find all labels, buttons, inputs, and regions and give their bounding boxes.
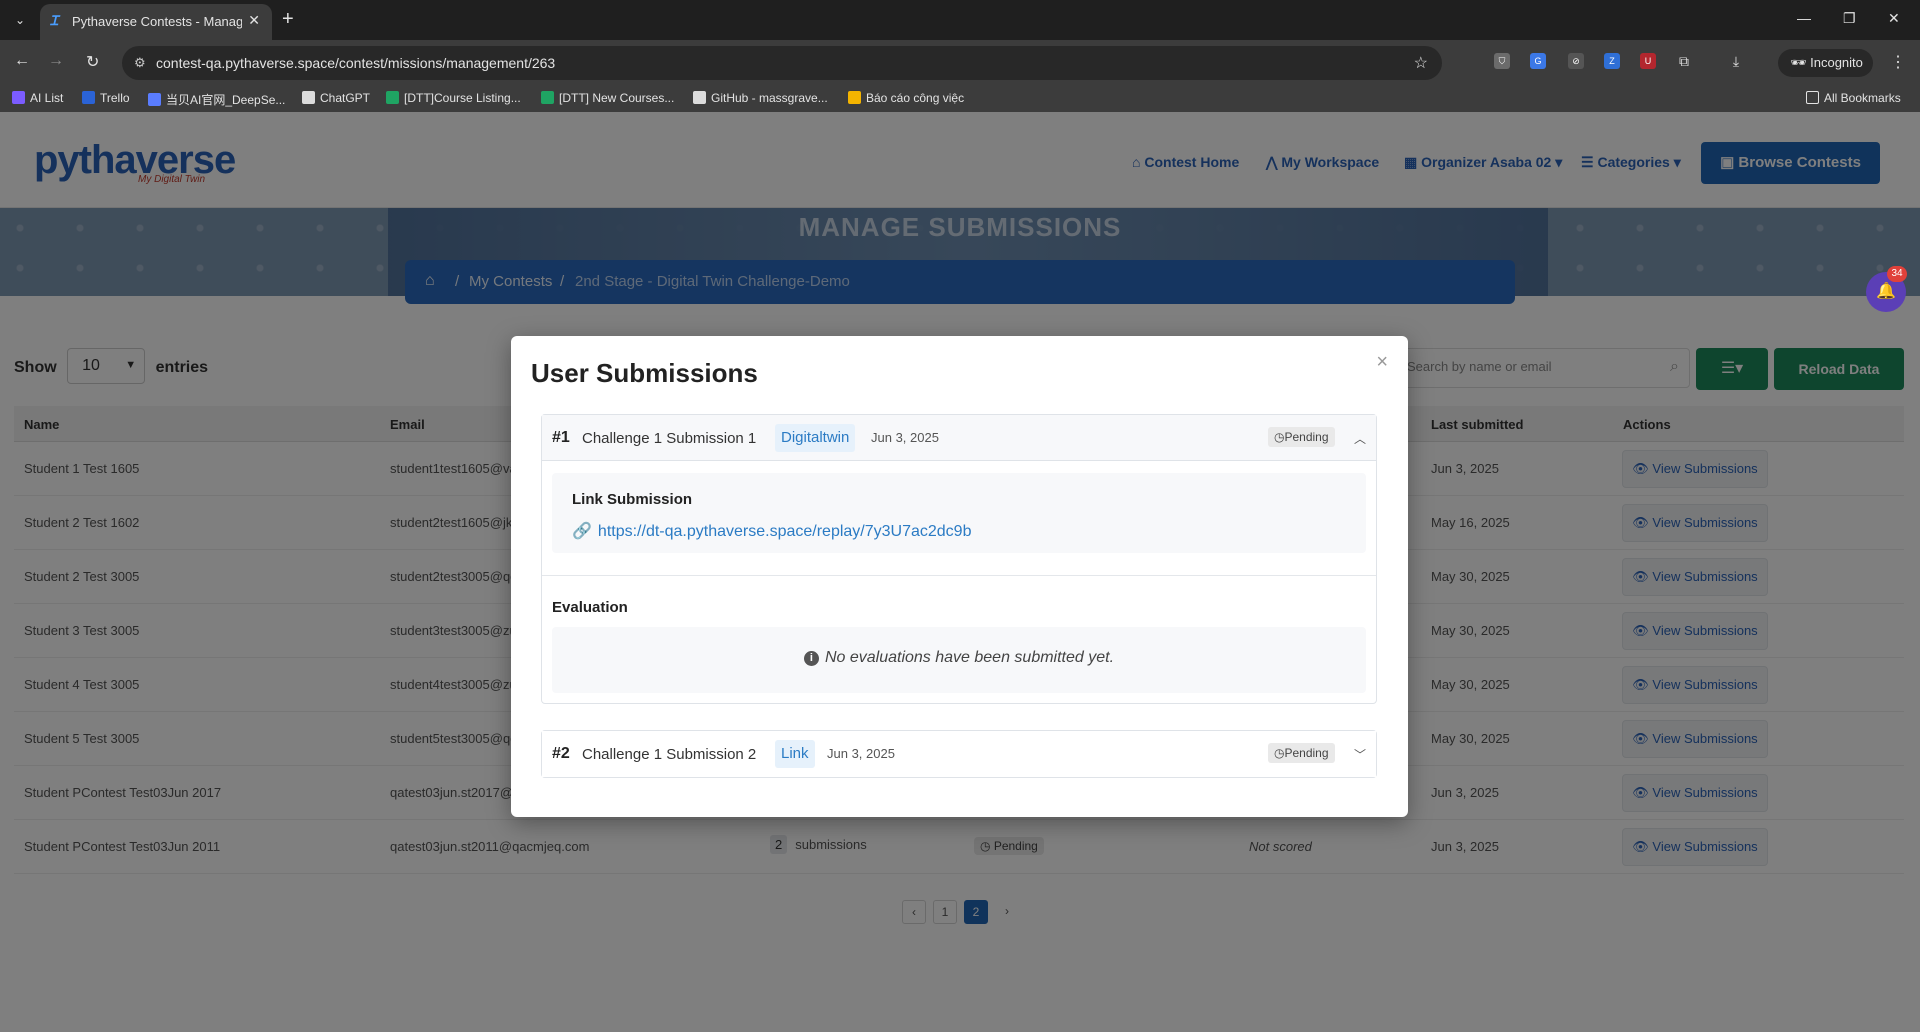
notification-count-badge: 34: [1887, 266, 1907, 282]
bookmark-item[interactable]: Trello: [82, 91, 130, 105]
submission-type-badge: Digitaltwin: [775, 424, 856, 452]
bookmark-label: [DTT] New Courses...: [559, 91, 675, 105]
bookmark-item[interactable]: [DTT]Course Listing...: [386, 91, 521, 105]
status-text: Pending: [1284, 746, 1329, 760]
submission-item-2: #2 Challenge 1 Submission 2 Link Jun 3, …: [541, 730, 1377, 778]
tab-search-icon[interactable]: ⌄: [8, 9, 32, 31]
drive-icon: [848, 91, 861, 104]
user-submissions-modal: × User Submissions #1 Challenge 1 Submis…: [511, 336, 1408, 817]
evaluation-box: i No evaluations have been submitted yet.: [552, 627, 1366, 693]
submission-link-text: https://dt-qa.pythaverse.space/replay/7y…: [597, 523, 972, 540]
off-extension-icon[interactable]: ⊘: [1568, 53, 1584, 69]
shield-extension-icon[interactable]: ⛉: [1494, 53, 1510, 69]
minimize-icon[interactable]: —: [1797, 10, 1811, 26]
forward-icon[interactable]: →: [48, 52, 64, 70]
no-evaluations-message: i No evaluations have been submitted yet.: [552, 649, 1366, 667]
submission-number: #1: [552, 429, 570, 446]
ai-list-icon: [12, 91, 25, 104]
submission-item-1: #1 Challenge 1 Submission 1 Digitaltwin …: [541, 414, 1377, 704]
incognito-indicator[interactable]: 🕶 Incognito: [1778, 49, 1873, 77]
tab-close-icon[interactable]: ✕: [248, 12, 260, 29]
status-badge: ◷Pending: [1268, 743, 1335, 763]
bookmark-item[interactable]: ChatGPT: [302, 91, 370, 105]
folder-icon: [1806, 91, 1819, 104]
tab-title: Pythaverse Contests - Manage: [72, 14, 242, 29]
bookmark-label: ChatGPT: [320, 91, 371, 105]
divider: [542, 575, 1376, 576]
evaluation-label: Evaluation: [552, 599, 628, 616]
info-icon: i: [803, 651, 819, 666]
bookmark-label: 当贝AI官网_DeepSe...: [166, 93, 286, 107]
translate-extension-icon[interactable]: G: [1530, 53, 1546, 69]
dangbei-icon: [148, 93, 161, 106]
restore-icon[interactable]: ❐: [1843, 10, 1856, 27]
bookmark-star-icon[interactable]: ☆: [1414, 53, 1428, 73]
bookmark-label: AI List: [30, 91, 64, 105]
browser-toolbar: ← → ↻ ⚙ contest-qa.pythaverse.space/cont…: [0, 40, 1920, 86]
bookmark-label: Báo cáo công việc: [866, 91, 965, 105]
link-submission-label: Link Submission: [572, 491, 693, 508]
submission-date: Jun 3, 2025: [827, 746, 895, 761]
clock-icon: ◷: [1274, 746, 1285, 760]
modal-close-icon[interactable]: ×: [1376, 352, 1388, 372]
bookmark-label: GitHub - massgrave...: [711, 91, 828, 105]
github-icon: [693, 91, 706, 104]
submission-link[interactable]: 🔗 https://dt-qa.pythaverse.space/replay/7…: [572, 521, 971, 541]
incognito-icon: 🕶: [1790, 55, 1811, 70]
window-close-icon[interactable]: ✕: [1888, 10, 1900, 27]
download-icon[interactable]: ⤓: [1728, 53, 1744, 69]
bookmark-label: [DTT]Course Listing...: [404, 91, 521, 105]
bookmark-item[interactable]: Báo cáo công việc: [848, 91, 964, 105]
sheets-icon: [386, 91, 399, 104]
submission-number: #2: [552, 745, 570, 762]
new-tab-icon[interactable]: +: [282, 8, 294, 30]
back-icon[interactable]: ←: [14, 52, 30, 70]
chevron-up-icon[interactable]: ︿: [1354, 430, 1366, 447]
extensions-puzzle-icon[interactable]: ⧉: [1676, 53, 1692, 69]
url-text: contest-qa.pythaverse.space/contest/miss…: [156, 55, 556, 71]
address-bar[interactable]: ⚙ contest-qa.pythaverse.space/contest/mi…: [122, 46, 1442, 80]
reload-icon[interactable]: ↻: [86, 52, 99, 72]
status-badge: ◷Pending: [1268, 427, 1335, 447]
page-content: pythaverse My Digital Twin ⌂ Contest Hom…: [0, 112, 1920, 1032]
trello-icon: [82, 91, 95, 104]
chevron-down-icon[interactable]: ﹀: [1354, 746, 1366, 763]
no-evaluations-text: No evaluations have been submitted yet.: [824, 649, 1115, 666]
submission-name: Challenge 1 Submission 1: [582, 430, 757, 447]
all-bookmarks-label: All Bookmarks: [1824, 91, 1901, 105]
clock-icon: ◷: [1274, 430, 1285, 444]
browser-tabbar: ⌄ Ꮖ Pythaverse Contests - Manage ✕ + — ❐…: [0, 0, 1920, 40]
incognito-label: Incognito: [1810, 55, 1863, 70]
menu-more-icon[interactable]: ⋮: [1890, 52, 1906, 72]
bookmark-label: Trello: [100, 91, 130, 105]
site-info-icon[interactable]: ⚙: [134, 55, 146, 71]
submission-header-2[interactable]: #2 Challenge 1 Submission 2 Link Jun 3, …: [542, 731, 1376, 777]
sheets-icon: [541, 91, 554, 104]
status-text: Pending: [1284, 430, 1329, 444]
bookmarks-bar: All Bookmarks AI List Trello 当贝AI官网_DeepSe…: [0, 86, 1920, 112]
bookmark-item[interactable]: GitHub - massgrave...: [693, 91, 828, 105]
chatgpt-icon: [302, 91, 315, 104]
zip-extension-icon[interactable]: Z: [1604, 53, 1620, 69]
link-icon: 🔗: [572, 523, 592, 540]
bookmark-item[interactable]: [DTT] New Courses...: [541, 91, 674, 105]
submission-date: Jun 3, 2025: [871, 430, 939, 445]
submission-header-1[interactable]: #1 Challenge 1 Submission 1 Digitaltwin …: [542, 415, 1376, 461]
modal-title: User Submissions: [531, 358, 758, 388]
link-submission-box: Link Submission 🔗 https://dt-qa.pythavers…: [552, 473, 1366, 553]
bookmark-item[interactable]: AI List: [12, 91, 63, 105]
all-bookmarks[interactable]: All Bookmarks: [1806, 91, 1901, 105]
submission-type-badge: Link: [775, 740, 815, 768]
ublock-extension-icon[interactable]: U: [1640, 53, 1656, 69]
pythaverse-favicon-icon: Ꮖ: [50, 13, 59, 28]
submission-name: Challenge 1 Submission 2: [582, 746, 757, 763]
bookmark-item[interactable]: 当贝AI官网_DeepSe...: [148, 91, 285, 108]
browser-tab[interactable]: Ꮖ Pythaverse Contests - Manage ✕: [40, 4, 272, 40]
